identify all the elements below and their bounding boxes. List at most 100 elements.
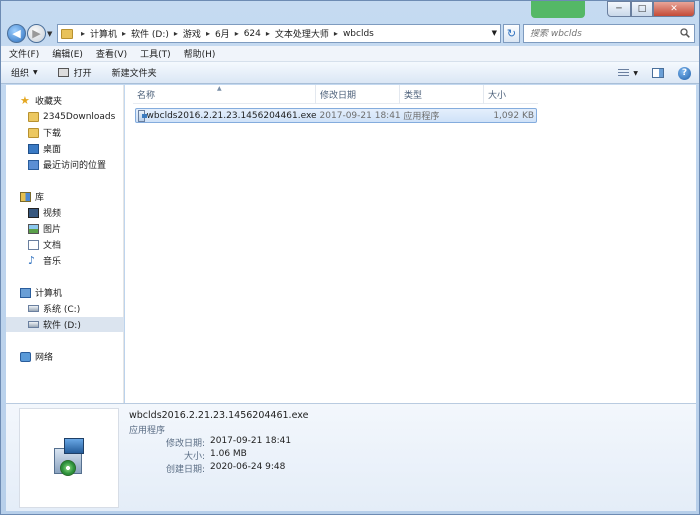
- minimize-button[interactable]: ─: [607, 1, 631, 17]
- chevron-right-icon[interactable]: ▸: [174, 29, 178, 38]
- window-controls: ─ □ ✕: [607, 1, 695, 17]
- refresh-icon: ↻: [506, 27, 517, 40]
- title-bar: ─ □ ✕: [1, 1, 699, 21]
- chevron-down-icon: ▼: [33, 69, 38, 76]
- menu-file[interactable]: 文件(F): [9, 47, 39, 60]
- nav-item-drive-d[interactable]: 软件 (D:): [6, 317, 124, 332]
- breadcrumb-item[interactable]: 软件 (D:): [131, 27, 169, 40]
- view-options-icon[interactable]: [618, 68, 630, 78]
- download-folder-icon: [28, 127, 39, 138]
- maximize-button[interactable]: □: [631, 1, 653, 17]
- details-created-value: 2020-06-24 9:48: [210, 462, 286, 472]
- column-type[interactable]: 类型: [400, 85, 484, 104]
- chevron-right-icon[interactable]: ▸: [81, 29, 85, 38]
- nav-item-2345downloads[interactable]: 2345Downloads: [6, 109, 124, 124]
- column-headers: 名称 ▲ 修改日期 类型 大小: [133, 85, 538, 104]
- star-icon: ★: [20, 93, 30, 107]
- forward-arrow-icon: ▶: [32, 27, 41, 40]
- menu-bar: 文件(F) 编辑(E) 查看(V) 工具(T) 帮助(H): [1, 46, 699, 62]
- nav-network[interactable]: 网络: [6, 349, 124, 364]
- file-name-cell: wbclds2016.2.21.23.1456204461.exe: [136, 109, 317, 122]
- address-bar[interactable]: ▸ 计算机 ▸ 软件 (D:) ▸ 游戏 ▸ 6月 ▸ 624 ▸ 文本处理大师…: [57, 24, 501, 43]
- help-icon[interactable]: ?: [678, 66, 691, 80]
- folder-icon: [61, 28, 73, 39]
- breadcrumb: ▸ 计算机 ▸ 软件 (D:) ▸ 游戏 ▸ 6月 ▸ 624 ▸ 文本处理大师…: [76, 27, 374, 41]
- details-file-type: 应用程序: [129, 426, 166, 436]
- new-folder-label: 新建文件夹: [111, 69, 157, 79]
- back-button[interactable]: ◀: [7, 24, 26, 43]
- forward-button[interactable]: ▶: [27, 24, 46, 43]
- breadcrumb-item[interactable]: 624: [244, 29, 261, 39]
- column-size[interactable]: 大小: [484, 85, 538, 104]
- breadcrumb-item[interactable]: 文本处理大师: [275, 27, 329, 40]
- file-type: 应用程序: [403, 112, 440, 122]
- chevron-right-icon[interactable]: ▸: [266, 29, 270, 38]
- navigation-pane: ★ 收藏夹 2345Downloads 下载 桌面 最近访问的位置 库 视频 图…: [6, 85, 124, 403]
- chevron-right-icon[interactable]: ▸: [206, 29, 210, 38]
- nav-label: 收藏夹: [35, 97, 63, 107]
- table-row[interactable]: wbclds2016.2.21.23.1456204461.exe 2017-0…: [135, 108, 537, 123]
- nav-item-recent[interactable]: 最近访问的位置: [6, 157, 124, 172]
- close-button[interactable]: ✕: [653, 1, 695, 17]
- menu-view[interactable]: 查看(V): [96, 47, 127, 60]
- nav-label: 图片: [43, 225, 62, 235]
- organize-label: 组织: [11, 69, 30, 79]
- network-icon: [20, 351, 31, 362]
- nav-libraries[interactable]: 库: [6, 189, 124, 204]
- chevron-right-icon[interactable]: ▸: [235, 29, 239, 38]
- new-folder-button[interactable]: 新建文件夹: [112, 66, 157, 79]
- menu-tools[interactable]: 工具(T): [140, 47, 171, 60]
- back-arrow-icon: ◀: [12, 27, 21, 40]
- organize-button[interactable]: 组织 ▼: [11, 66, 38, 79]
- nav-label: 最近访问的位置: [43, 161, 107, 171]
- command-bar: 组织 ▼ 打开 新建文件夹 ▼ ?: [1, 62, 699, 84]
- file-size: 1,092 KB: [493, 110, 535, 121]
- document-icon: [28, 239, 39, 250]
- nav-label: 音乐: [43, 257, 62, 267]
- nav-item-videos[interactable]: 视频: [6, 205, 124, 220]
- menu-edit[interactable]: 编辑(E): [52, 47, 83, 60]
- nav-label: 软件 (D:): [43, 321, 81, 331]
- breadcrumb-item[interactable]: 计算机: [90, 27, 117, 40]
- desktop-icon: [28, 143, 39, 154]
- nav-item-documents[interactable]: 文档: [6, 237, 124, 252]
- details-modified-label: 修改日期:: [165, 439, 205, 449]
- column-label: 修改日期: [320, 91, 357, 101]
- nav-item-downloads[interactable]: 下载: [6, 125, 124, 140]
- chevron-right-icon[interactable]: ▸: [122, 29, 126, 38]
- search-box[interactable]: [523, 24, 695, 43]
- breadcrumb-item[interactable]: 游戏: [183, 27, 201, 40]
- open-button[interactable]: 打开: [57, 66, 92, 79]
- column-name[interactable]: 名称 ▲: [133, 85, 316, 104]
- breadcrumb-item[interactable]: 6月: [215, 27, 230, 40]
- address-dropdown-icon[interactable]: ▼: [492, 29, 497, 37]
- chevron-right-icon[interactable]: ▸: [334, 29, 338, 38]
- nav-item-drive-c[interactable]: 系统 (C:): [6, 301, 124, 316]
- nav-favorites[interactable]: ★ 收藏夹: [6, 93, 124, 108]
- preview-pane-icon[interactable]: [652, 68, 664, 78]
- recent-pages-dropdown[interactable]: ▼: [47, 30, 52, 38]
- search-input[interactable]: [530, 28, 670, 39]
- nav-label: 计算机: [35, 289, 63, 299]
- nav-item-music[interactable]: ♪ 音乐: [6, 253, 124, 268]
- nav-item-desktop[interactable]: 桌面: [6, 141, 124, 156]
- details-pane: wbclds2016.2.21.23.1456204461.exe 应用程序 修…: [6, 403, 696, 511]
- chevron-down-icon[interactable]: ▼: [633, 70, 638, 77]
- library-icon: [20, 191, 31, 202]
- drive-icon: [28, 305, 39, 312]
- computer-icon: [20, 287, 31, 298]
- menu-help[interactable]: 帮助(H): [184, 47, 216, 60]
- installer-icon: [138, 109, 147, 122]
- installer-icon: [50, 438, 88, 478]
- column-label: 名称: [137, 91, 156, 101]
- open-label: 打开: [73, 69, 92, 79]
- details-file-name: wbclds2016.2.21.23.1456204461.exe: [129, 410, 309, 421]
- nav-item-pictures[interactable]: 图片: [6, 221, 124, 236]
- nav-computer[interactable]: 计算机: [6, 285, 124, 300]
- nav-label: 库: [35, 193, 45, 203]
- column-date[interactable]: 修改日期: [316, 85, 400, 104]
- search-icon[interactable]: [680, 28, 690, 38]
- refresh-button[interactable]: ↻: [503, 24, 520, 43]
- nav-label: 系统 (C:): [43, 305, 81, 315]
- breadcrumb-item[interactable]: wbclds: [343, 29, 374, 39]
